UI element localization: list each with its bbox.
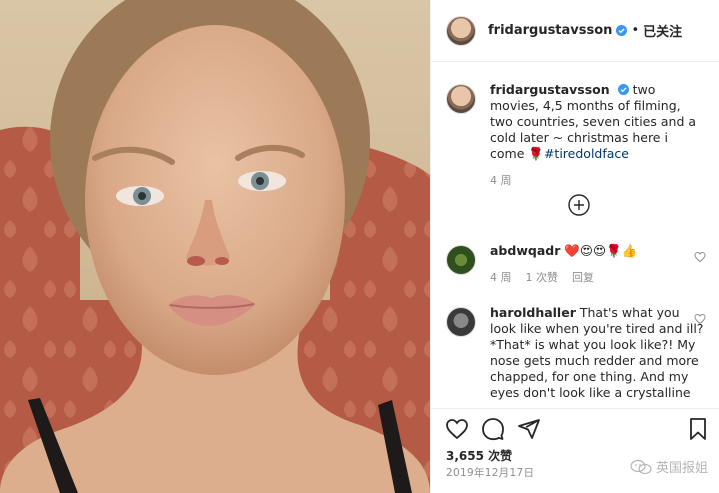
caption-meta: 4 周 — [490, 172, 706, 188]
comment-time[interactable]: 4 周 — [490, 269, 512, 285]
bookmark-icon[interactable] — [686, 417, 710, 441]
caption-body: fridargustavsson two movies, 4,5 months … — [490, 82, 706, 188]
hashtag-link[interactable]: #tiredoldface — [544, 146, 629, 161]
comment-avatar[interactable] — [446, 245, 476, 275]
caption-username[interactable]: fridargustavsson — [490, 82, 610, 97]
caption-text: fridargustavsson two movies, 4,5 months … — [490, 82, 706, 162]
post-header: fridargustavsson • 已关注 — [431, 0, 719, 62]
verified-badge-icon — [617, 84, 629, 95]
post-actions: 3,655 次赞 2019年12月17日 英国报姐 — [431, 408, 719, 493]
comment-likes[interactable]: 1 次赞 — [526, 269, 559, 285]
heart-icon[interactable] — [445, 417, 469, 441]
rose-emoji: 🌹 — [528, 146, 544, 161]
comment-body: haroldhaller That's what you look like w… — [490, 305, 706, 401]
comment-username[interactable]: abdwqadr — [490, 243, 560, 258]
caption-avatar[interactable] — [446, 84, 476, 114]
post-photo[interactable] — [0, 0, 430, 493]
comment-username[interactable]: haroldhaller — [490, 305, 576, 320]
comment-text: haroldhaller That's what you look like w… — [490, 305, 706, 401]
verified-badge-icon — [616, 25, 628, 36]
comment-item: abdwqadr ❤️😍😍🌹👍 4 周 1 次赞 回复 — [446, 243, 706, 285]
author-avatar[interactable] — [446, 15, 476, 46]
instagram-post: fridargustavsson • 已关注 fridargustavsson — [0, 0, 719, 493]
selfie-image — [0, 0, 430, 493]
header-separator: • — [631, 23, 640, 38]
heart-icon[interactable] — [694, 251, 706, 263]
follow-status-button[interactable]: 已关注 — [643, 21, 682, 40]
comment-item: haroldhaller That's what you look like w… — [446, 305, 706, 401]
comment-content: ❤️😍😍🌹👍 — [560, 243, 638, 258]
author-username[interactable]: fridargustavsson — [488, 23, 612, 38]
caption-item: fridargustavsson two movies, 4,5 months … — [446, 82, 706, 188]
watermark-text: 英国报姐 — [655, 461, 708, 476]
comment-text: abdwqadr ❤️😍😍🌹👍 — [490, 243, 706, 259]
caption-time[interactable]: 4 周 — [490, 172, 512, 188]
post-side-panel: fridargustavsson • 已关注 fridargustavsson — [430, 0, 719, 493]
comment-avatar[interactable] — [446, 307, 476, 337]
reply-button[interactable]: 回复 — [572, 269, 594, 285]
watermark: 英国报姐 — [630, 457, 708, 476]
add-circle-icon[interactable] — [568, 194, 590, 216]
comment-body: abdwqadr ❤️😍😍🌹👍 4 周 1 次赞 回复 — [490, 243, 706, 285]
comment-icon[interactable] — [481, 417, 505, 441]
wechat-icon — [630, 459, 652, 474]
like-count[interactable]: 3,655 次赞 — [446, 447, 512, 464]
heart-icon[interactable] — [694, 313, 706, 325]
share-icon[interactable] — [517, 417, 541, 441]
post-date: 2019年12月17日 — [446, 467, 535, 479]
comments-list: fridargustavsson two movies, 4,5 months … — [431, 63, 719, 408]
action-icons — [445, 417, 541, 441]
comment-meta: 4 周 1 次赞 回复 — [490, 269, 706, 285]
